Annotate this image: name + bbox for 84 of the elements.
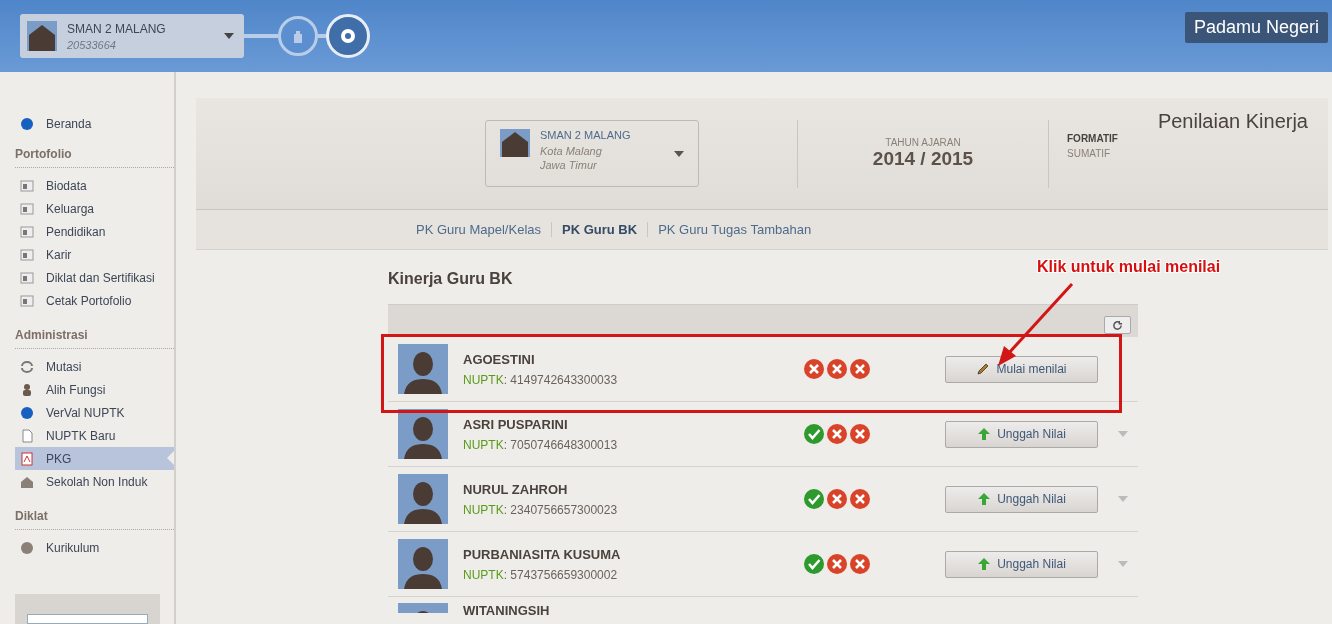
section-title: Kinerja Guru BK xyxy=(388,270,514,288)
sidebar-section-title: Diklat xyxy=(15,501,174,530)
sidebar-item[interactable]: Sekolah Non Induk xyxy=(15,470,174,493)
sidebar-item[interactable]: PKG xyxy=(15,447,174,470)
caret-icon[interactable] xyxy=(1118,496,1128,502)
city-label: Kota Malang xyxy=(540,145,603,157)
nuptk-number: NUPTK: 5743756659300002 xyxy=(463,567,619,582)
info-icon xyxy=(20,405,34,420)
school-building-icon xyxy=(500,129,530,157)
pencil-icon xyxy=(976,362,991,376)
emblem-icon xyxy=(340,28,356,44)
info-icon xyxy=(20,116,34,131)
teacher-name: NURUL ZAHROH xyxy=(463,481,569,497)
sidebar-item[interactable]: NUPTK Baru xyxy=(15,424,174,447)
caret-icon[interactable] xyxy=(1118,561,1128,567)
id-card-icon xyxy=(20,178,34,193)
up-arrow-icon xyxy=(977,427,992,441)
caret-icon xyxy=(674,151,684,157)
teacher-name: ASRI PUSPARINI xyxy=(463,416,569,432)
refresh-icon xyxy=(1112,319,1123,331)
school-year: 2014 / 2015 xyxy=(871,148,975,170)
up-arrow-icon xyxy=(977,557,992,571)
sidebar-item[interactable]: Pendidikan xyxy=(15,220,174,243)
school-building-icon xyxy=(27,21,57,51)
upload-button[interactable]: Unggah Nilai xyxy=(945,550,1098,578)
id-card-icon xyxy=(20,270,34,285)
sidebar-item[interactable]: Cetak Portofolio xyxy=(15,289,174,312)
upload-button[interactable]: Unggah Nilai xyxy=(945,485,1098,513)
avatar-placeholder xyxy=(398,474,448,524)
page-title: Penilaian Kinerja xyxy=(1157,110,1308,133)
id-card-icon xyxy=(20,224,34,239)
caret-icon xyxy=(224,33,234,39)
teacher-name: AGOESTINI xyxy=(463,351,536,367)
sidebar-item[interactable]: Kurikulum xyxy=(15,536,174,559)
avatar-placeholder xyxy=(398,539,448,589)
mode-option[interactable]: FORMATIF xyxy=(1067,133,1118,144)
emblem-step-button[interactable] xyxy=(326,14,370,58)
start-rating-button[interactable]: Mulai menilai xyxy=(945,355,1098,383)
sidebar-item[interactable]: Keluarga xyxy=(15,197,174,220)
sidebar-item[interactable]: Karir xyxy=(15,243,174,266)
school-name: SMAN 2 MALANG xyxy=(540,129,632,141)
teacher-name: PURBANIASITA KUSUMA xyxy=(463,546,622,562)
sidebar-item[interactable]: VerVal NUPTK xyxy=(15,401,174,424)
teacher-name: WITANINGSIH xyxy=(463,603,551,618)
nuptk-number: NUPTK: 4149742643300033 xyxy=(463,372,619,387)
up-arrow-icon xyxy=(977,492,992,506)
sidebar-item[interactable]: Mutasi xyxy=(15,355,174,378)
nuptk-number: NUPTK: 7050746648300013 xyxy=(463,437,619,452)
id-card-icon xyxy=(20,293,34,308)
refresh-button[interactable] xyxy=(1104,316,1131,334)
school-selector[interactable]: SMAN 2 MALANG Kota Malang Jawa Timur xyxy=(485,120,699,187)
tab[interactable]: PK Guru Mapel/Kelas xyxy=(406,222,551,237)
id-card-icon xyxy=(20,201,34,216)
grade-sheet-icon xyxy=(20,451,34,466)
arrows-icon xyxy=(20,359,34,374)
avatar-placeholder xyxy=(398,344,448,394)
upload-button[interactable]: Unggah Nilai xyxy=(945,420,1098,448)
annotation-text: Klik untuk mulai menilai xyxy=(1037,258,1221,276)
sidebar-item[interactable]: Biodata xyxy=(15,174,174,197)
year-label: TAHUN AJARAN xyxy=(884,137,962,148)
school-name: SMAN 2 MALANG xyxy=(67,21,167,36)
caret-icon[interactable] xyxy=(1118,431,1128,437)
school-code: 20533664 xyxy=(67,38,117,51)
tab[interactable]: PK Guru BK xyxy=(551,222,648,237)
person-icon xyxy=(20,382,34,397)
avatar-placeholder xyxy=(398,409,448,459)
province-label: Jawa Timur xyxy=(540,159,598,171)
nuptk-number: NUPTK: 2340756657300023 xyxy=(463,502,619,517)
building-icon xyxy=(291,29,305,43)
brand-label: Padamu Negeri xyxy=(1184,12,1328,43)
id-card-icon xyxy=(20,247,34,262)
school-dropdown[interactable]: SMAN 2 MALANG 20533664 xyxy=(20,14,244,58)
avatar-placeholder xyxy=(398,603,448,613)
sidebar-section-title: Portofolio xyxy=(15,139,174,168)
alert-icon xyxy=(20,540,34,555)
sidebar-item[interactable]: Alih Fungsi xyxy=(15,378,174,401)
house-icon xyxy=(20,474,34,489)
sidebar-section-title: Administrasi xyxy=(15,320,174,349)
document-icon xyxy=(20,428,34,443)
sidebar-item[interactable]: Beranda xyxy=(15,112,174,135)
sidebar-item[interactable]: Diklat dan Sertifikasi xyxy=(15,266,174,289)
input-field[interactable] xyxy=(27,614,148,624)
building-step-button[interactable] xyxy=(278,16,318,56)
tab[interactable]: PK Guru Tugas Tambahan xyxy=(647,222,822,237)
